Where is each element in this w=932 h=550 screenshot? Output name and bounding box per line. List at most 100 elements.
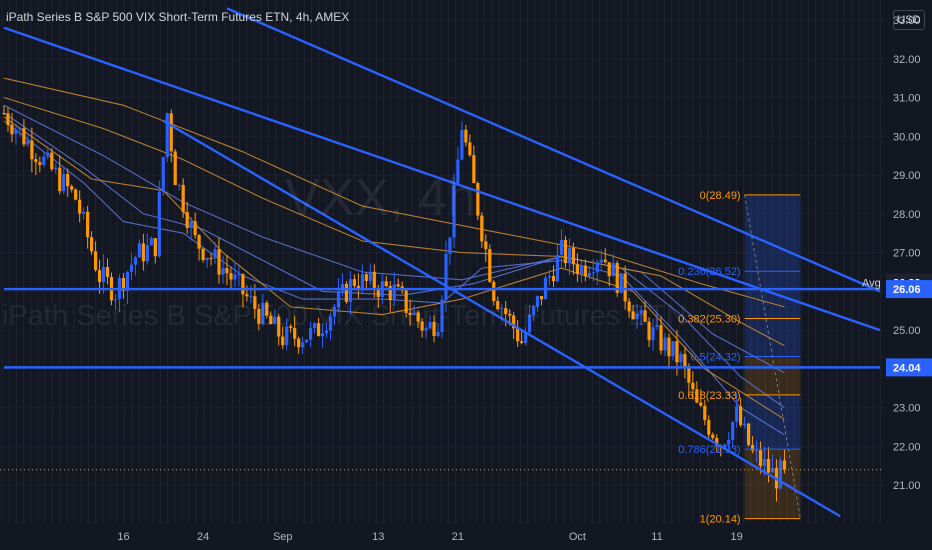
candle-body — [675, 341, 679, 363]
fib-level-label: 0.5(24.32) — [690, 352, 740, 364]
description-watermark: iPath Series B S&P 500 VIX Short-Term Fu… — [2, 300, 687, 332]
candle-body — [149, 238, 153, 246]
candle-body — [396, 284, 400, 287]
y-tick-label: 22.00 — [893, 441, 921, 453]
candle-body — [133, 257, 137, 265]
candle-body — [197, 235, 201, 249]
candle-body — [6, 113, 10, 125]
x-tick-label: 13 — [372, 531, 384, 543]
candle-body — [595, 262, 599, 273]
x-tick-label: 19 — [731, 531, 743, 543]
candle-body — [739, 406, 743, 426]
candle-body — [66, 173, 70, 187]
candle-body — [488, 249, 492, 282]
candle-body — [623, 273, 627, 302]
candle-body — [26, 140, 30, 145]
candle-body — [392, 284, 396, 300]
fib-level-label: 0(28.49) — [700, 190, 741, 202]
candle-body — [193, 221, 197, 236]
candle-body — [301, 342, 305, 348]
y-tick-label: 31.00 — [893, 93, 921, 105]
candle-body — [603, 259, 607, 263]
candle-body — [153, 238, 157, 257]
candle-body — [703, 405, 707, 421]
chart-container[interactable]: 0(28.49) 0.236(26.52) 0.382(25.30) 0.5(24.3… — [0, 0, 932, 550]
currency-button[interactable]: USD — [893, 10, 925, 30]
candle-body — [687, 367, 691, 383]
candle-body — [281, 336, 285, 346]
price-tag-label: 24.04 — [893, 362, 921, 374]
candle-body — [758, 450, 763, 466]
candle-body — [384, 281, 388, 287]
candle-body — [782, 460, 787, 470]
candle-body — [78, 199, 82, 214]
candle-body — [484, 241, 488, 250]
candle-body — [2, 113, 6, 115]
candle-body — [671, 341, 675, 357]
candle-body — [575, 264, 579, 274]
candle-body — [520, 341, 524, 343]
y-tick-label: 28.00 — [893, 209, 921, 221]
y-tick-label: 25.00 — [893, 325, 921, 337]
candle-body — [579, 265, 583, 274]
price-tag-label: 26.06 — [893, 284, 921, 296]
candle-body — [735, 406, 739, 422]
candle-body — [10, 124, 14, 135]
fib-zone — [744, 318, 801, 357]
candle-body — [348, 279, 353, 302]
candle-body — [743, 423, 747, 426]
candle-body — [364, 274, 368, 281]
candle-body — [691, 382, 695, 390]
candle-body — [583, 265, 587, 277]
candle-body — [571, 247, 575, 265]
fib-zone — [744, 271, 801, 319]
fib-level-label: 1(20.14) — [700, 514, 741, 526]
candle-body — [209, 257, 213, 259]
candle-body — [699, 402, 703, 406]
candle-body — [679, 354, 683, 363]
candle-body — [105, 267, 110, 277]
candle-body — [46, 152, 50, 157]
y-tick-label: 30.00 — [893, 131, 921, 143]
candle-body — [97, 270, 102, 283]
fib-level-label: 0.382(25.30) — [678, 314, 740, 326]
candle-body — [305, 339, 309, 343]
candle-body — [480, 215, 484, 242]
candle-body — [460, 129, 464, 160]
candle-body — [352, 279, 356, 286]
candle-body — [50, 152, 54, 170]
candle-body — [30, 140, 34, 160]
candle-body — [145, 245, 149, 262]
candle-body — [683, 354, 687, 368]
candle-body — [177, 184, 181, 186]
candle-body — [54, 167, 58, 170]
candle-body — [297, 338, 301, 348]
fib-level-label: 0.236(26.52) — [678, 266, 740, 278]
candle-body — [101, 267, 106, 283]
candle-body — [34, 159, 38, 163]
candle-body — [611, 262, 615, 277]
chart-title[interactable]: iPath Series B S&P 500 VIX Short-Term Fu… — [6, 10, 349, 24]
candle-body — [448, 237, 452, 254]
candle-body — [169, 113, 173, 152]
candle-body — [372, 271, 376, 291]
candle-body — [663, 337, 667, 351]
candle-body — [70, 186, 74, 190]
candle-body — [766, 459, 771, 473]
candle-body — [492, 281, 496, 302]
candle-body — [559, 239, 564, 255]
candle-body — [754, 450, 759, 452]
candle-body — [141, 243, 145, 262]
y-tick-label: 23.00 — [893, 403, 921, 415]
candle-body — [587, 273, 591, 277]
candle-body — [161, 157, 165, 192]
candle-body — [320, 333, 325, 337]
price-chart[interactable]: 0(28.49) 0.236(26.52) 0.382(25.30) 0.5(24.3… — [0, 0, 932, 550]
x-tick-label: 11 — [651, 531, 662, 543]
candle-body — [74, 189, 78, 200]
candle-body — [221, 268, 225, 275]
candle-body — [201, 248, 205, 261]
candle-body — [747, 423, 751, 445]
candle-body — [14, 130, 18, 135]
x-tick-label: Sep — [273, 531, 293, 543]
